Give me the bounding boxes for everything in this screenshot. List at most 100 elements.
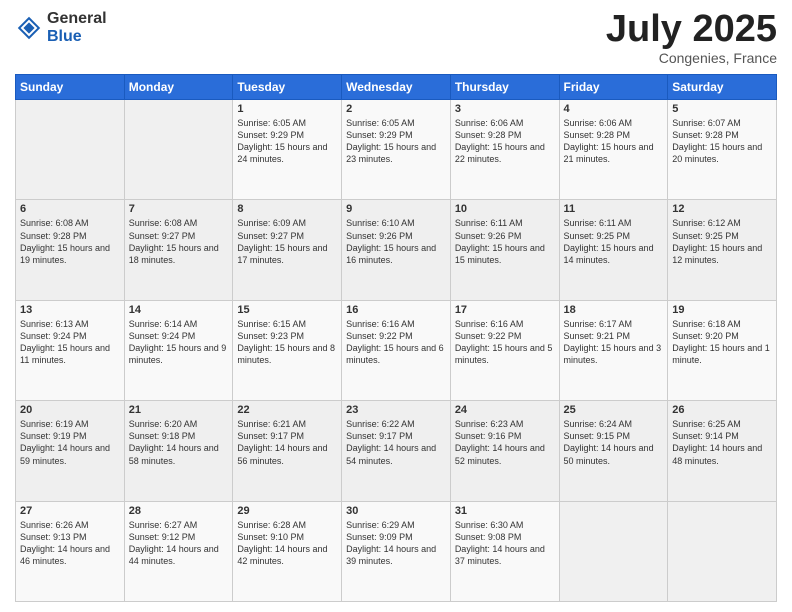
day-number: 3 bbox=[455, 103, 555, 115]
day-number: 27 bbox=[20, 505, 120, 517]
day-info: Sunrise: 6:25 AM Sunset: 9:14 PM Dayligh… bbox=[672, 418, 772, 467]
logo-general-text: General bbox=[47, 10, 107, 28]
day-number: 21 bbox=[129, 404, 229, 416]
title-block: July 2025 Congenies, France bbox=[606, 10, 777, 66]
page: General Blue July 2025 Congenies, France… bbox=[0, 0, 792, 612]
weekday-header-wednesday: Wednesday bbox=[342, 75, 451, 100]
day-info: Sunrise: 6:22 AM Sunset: 9:17 PM Dayligh… bbox=[346, 418, 446, 467]
day-cell: 14 Sunrise: 6:14 AM Sunset: 9:24 PM Dayli… bbox=[124, 300, 233, 400]
day-number: 24 bbox=[455, 404, 555, 416]
day-cell: 22 Sunrise: 6:21 AM Sunset: 9:17 PM Dayli… bbox=[233, 401, 342, 501]
day-cell: 24 Sunrise: 6:23 AM Sunset: 9:16 PM Dayli… bbox=[450, 401, 559, 501]
day-info: Sunrise: 6:12 AM Sunset: 9:25 PM Dayligh… bbox=[672, 217, 772, 266]
day-cell bbox=[559, 501, 668, 601]
day-cell: 1Sunrise: 6:05 AM Sunset: 9:29 PM Daylig… bbox=[233, 100, 342, 200]
day-cell: 4Sunrise: 6:06 AM Sunset: 9:28 PM Daylig… bbox=[559, 100, 668, 200]
day-number: 8 bbox=[237, 203, 337, 215]
location-text: Congenies, France bbox=[606, 50, 777, 66]
day-number: 13 bbox=[20, 304, 120, 316]
day-cell: 19 Sunrise: 6:18 AM Sunset: 9:20 PM Dayli… bbox=[668, 300, 777, 400]
day-cell: 20 Sunrise: 6:19 AM Sunset: 9:19 PM Dayli… bbox=[16, 401, 125, 501]
day-info: Sunrise: 6:23 AM Sunset: 9:16 PM Dayligh… bbox=[455, 418, 555, 467]
day-cell: 3 Sunrise: 6:06 AM Sunset: 9:28 PM Daylig… bbox=[450, 100, 559, 200]
day-cell: 12 Sunrise: 6:12 AM Sunset: 9:25 PM Dayli… bbox=[668, 200, 777, 300]
day-info: Sunrise: 6:07 AM Sunset: 9:28 PM Dayligh… bbox=[672, 117, 772, 166]
day-info: Sunrise: 6:27 AM Sunset: 9:12 PM Dayligh… bbox=[129, 519, 229, 568]
weekday-header-tuesday: Tuesday bbox=[233, 75, 342, 100]
day-number: 31 bbox=[455, 505, 555, 517]
day-cell: 21 Sunrise: 6:20 AM Sunset: 9:18 PM Dayli… bbox=[124, 401, 233, 501]
calendar-header: SundayMondayTuesdayWednesdayThursdayFrid… bbox=[16, 75, 777, 100]
day-info: Sunrise: 6:24 AM Sunset: 9:15 PM Dayligh… bbox=[564, 418, 664, 467]
day-cell: 15 Sunrise: 6:15 AM Sunset: 9:23 PM Dayli… bbox=[233, 300, 342, 400]
day-cell: 27 Sunrise: 6:26 AM Sunset: 9:13 PM Dayli… bbox=[16, 501, 125, 601]
day-cell bbox=[124, 100, 233, 200]
day-number: 19 bbox=[672, 304, 772, 316]
day-number: 29 bbox=[237, 505, 337, 517]
day-number: 28 bbox=[129, 505, 229, 517]
weekday-header-monday: Monday bbox=[124, 75, 233, 100]
day-cell bbox=[16, 100, 125, 200]
day-info: Sunrise: 6:20 AM Sunset: 9:18 PM Dayligh… bbox=[129, 418, 229, 467]
day-cell: 9 Sunrise: 6:10 AM Sunset: 9:26 PM Daylig… bbox=[342, 200, 451, 300]
day-info: Sunrise: 6:11 AM Sunset: 9:26 PM Dayligh… bbox=[455, 217, 555, 266]
day-cell: 25 Sunrise: 6:24 AM Sunset: 9:15 PM Dayli… bbox=[559, 401, 668, 501]
day-info: Sunrise: 6:21 AM Sunset: 9:17 PM Dayligh… bbox=[237, 418, 337, 467]
day-cell: 16Sunrise: 6:16 AM Sunset: 9:22 PM Dayli… bbox=[342, 300, 451, 400]
day-cell: 31 Sunrise: 6:30 AM Sunset: 9:08 PM Dayli… bbox=[450, 501, 559, 601]
day-number: 20 bbox=[20, 404, 120, 416]
day-number: 12 bbox=[672, 203, 772, 215]
logo-blue-text: Blue bbox=[47, 28, 107, 46]
week-row-4: 27 Sunrise: 6:26 AM Sunset: 9:13 PM Dayli… bbox=[16, 501, 777, 601]
day-number: 7 bbox=[129, 203, 229, 215]
day-info: Sunrise: 6:26 AM Sunset: 9:13 PM Dayligh… bbox=[20, 519, 120, 568]
day-cell: 28 Sunrise: 6:27 AM Sunset: 9:12 PM Dayli… bbox=[124, 501, 233, 601]
day-cell: 26 Sunrise: 6:25 AM Sunset: 9:14 PM Dayli… bbox=[668, 401, 777, 501]
day-number: 15 bbox=[237, 304, 337, 316]
day-info: Sunrise: 6:28 AM Sunset: 9:10 PM Dayligh… bbox=[237, 519, 337, 568]
day-number: 22 bbox=[237, 404, 337, 416]
day-number: 2 bbox=[346, 103, 446, 115]
weekday-header-friday: Friday bbox=[559, 75, 668, 100]
day-info: Sunrise: 6:17 AM Sunset: 9:21 PM Dayligh… bbox=[564, 318, 664, 367]
day-number: 14 bbox=[129, 304, 229, 316]
day-number: 11 bbox=[564, 203, 664, 215]
day-cell: 13 Sunrise: 6:13 AM Sunset: 9:24 PM Dayli… bbox=[16, 300, 125, 400]
logo: General Blue bbox=[15, 10, 107, 45]
day-info: Sunrise: 6:11 AM Sunset: 9:25 PM Dayligh… bbox=[564, 217, 664, 266]
day-cell bbox=[668, 501, 777, 601]
day-cell: 18 Sunrise: 6:17 AM Sunset: 9:21 PM Dayli… bbox=[559, 300, 668, 400]
day-info: Sunrise: 6:15 AM Sunset: 9:23 PM Dayligh… bbox=[237, 318, 337, 367]
day-number: 26 bbox=[672, 404, 772, 416]
day-info: Sunrise: 6:09 AM Sunset: 9:27 PM Dayligh… bbox=[237, 217, 337, 266]
weekday-header-sunday: Sunday bbox=[16, 75, 125, 100]
day-info: Sunrise: 6:05 AM Sunset: 9:29 PM Dayligh… bbox=[237, 117, 337, 166]
day-cell: 10Sunrise: 6:11 AM Sunset: 9:26 PM Dayli… bbox=[450, 200, 559, 300]
day-info: Sunrise: 6:06 AM Sunset: 9:28 PM Dayligh… bbox=[455, 117, 555, 166]
weekday-header-saturday: Saturday bbox=[668, 75, 777, 100]
day-info: Sunrise: 6:19 AM Sunset: 9:19 PM Dayligh… bbox=[20, 418, 120, 467]
day-info: Sunrise: 6:08 AM Sunset: 9:28 PM Dayligh… bbox=[20, 217, 120, 266]
header: General Blue July 2025 Congenies, France bbox=[15, 10, 777, 66]
day-cell: 5Sunrise: 6:07 AM Sunset: 9:28 PM Daylig… bbox=[668, 100, 777, 200]
day-info: Sunrise: 6:18 AM Sunset: 9:20 PM Dayligh… bbox=[672, 318, 772, 367]
day-cell: 17Sunrise: 6:16 AM Sunset: 9:22 PM Dayli… bbox=[450, 300, 559, 400]
day-number: 18 bbox=[564, 304, 664, 316]
week-row-1: 6Sunrise: 6:08 AM Sunset: 9:28 PM Daylig… bbox=[16, 200, 777, 300]
day-number: 9 bbox=[346, 203, 446, 215]
day-number: 25 bbox=[564, 404, 664, 416]
day-info: Sunrise: 6:14 AM Sunset: 9:24 PM Dayligh… bbox=[129, 318, 229, 367]
logo-icon bbox=[15, 14, 43, 42]
day-info: Sunrise: 6:13 AM Sunset: 9:24 PM Dayligh… bbox=[20, 318, 120, 367]
weekday-row: SundayMondayTuesdayWednesdayThursdayFrid… bbox=[16, 75, 777, 100]
day-number: 17 bbox=[455, 304, 555, 316]
day-info: Sunrise: 6:10 AM Sunset: 9:26 PM Dayligh… bbox=[346, 217, 446, 266]
day-cell: 2Sunrise: 6:05 AM Sunset: 9:29 PM Daylig… bbox=[342, 100, 451, 200]
week-row-3: 20 Sunrise: 6:19 AM Sunset: 9:19 PM Dayli… bbox=[16, 401, 777, 501]
day-number: 16 bbox=[346, 304, 446, 316]
day-cell: 11 Sunrise: 6:11 AM Sunset: 9:25 PM Dayli… bbox=[559, 200, 668, 300]
month-title: July 2025 bbox=[606, 10, 777, 48]
day-cell: 7Sunrise: 6:08 AM Sunset: 9:27 PM Daylig… bbox=[124, 200, 233, 300]
week-row-2: 13 Sunrise: 6:13 AM Sunset: 9:24 PM Dayli… bbox=[16, 300, 777, 400]
day-info: Sunrise: 6:30 AM Sunset: 9:08 PM Dayligh… bbox=[455, 519, 555, 568]
